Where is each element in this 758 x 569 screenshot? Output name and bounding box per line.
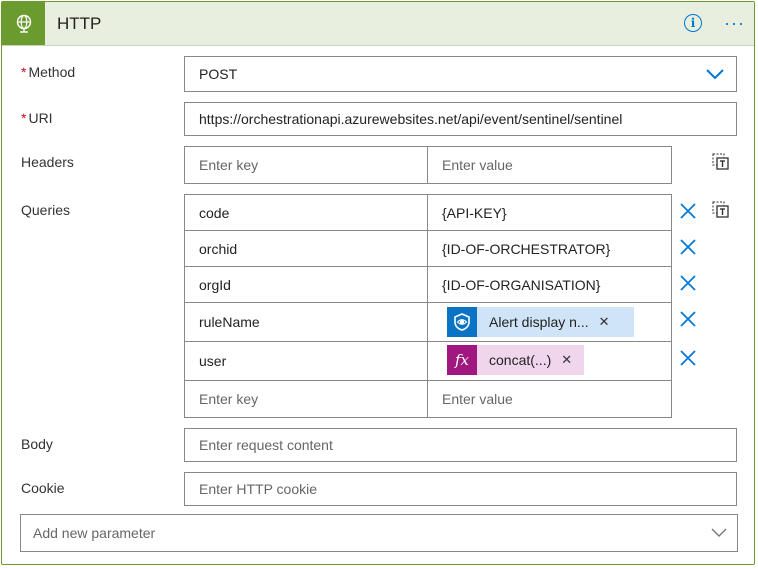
query-value-input[interactable]: Alert display n... ✕ — [427, 302, 672, 342]
sentinel-shield-icon — [447, 307, 477, 337]
delete-row-icon[interactable] — [679, 202, 697, 220]
chevron-down-icon — [706, 69, 724, 80]
query-key-input[interactable]: Enter key — [184, 380, 428, 418]
method-select[interactable]: POST — [184, 56, 737, 92]
headers-key-input[interactable]: Enter key — [184, 146, 428, 184]
uri-value: https://orchestrationapi.azurewebsites.n… — [199, 111, 623, 127]
body-input[interactable]: Enter request content — [184, 428, 737, 462]
delete-row-icon[interactable] — [679, 238, 697, 256]
query-value-input[interactable]: {ID-OF-ORCHESTRATOR} — [427, 230, 672, 267]
expression-token[interactable]: fx concat(...) ✕ — [447, 345, 584, 375]
fx-icon: fx — [447, 345, 477, 375]
query-key-input[interactable]: ruleName — [184, 302, 428, 342]
remove-token-icon[interactable]: ✕ — [551, 352, 582, 368]
token-label: Alert display n... — [489, 314, 589, 330]
uri-label: * URI — [21, 110, 53, 126]
headers-value-input[interactable]: Enter value — [427, 146, 672, 184]
remove-token-icon[interactable]: ✕ — [589, 314, 620, 330]
query-key-input[interactable]: orchid — [184, 230, 428, 267]
query-value-input[interactable]: fx concat(...) ✕ — [427, 341, 672, 381]
http-action-card: HTTP i ··· * Method POST * URI https://orc… — [1, 1, 755, 565]
cookie-input[interactable]: Enter HTTP cookie — [184, 472, 737, 506]
query-key-input[interactable]: code — [184, 194, 428, 231]
add-parameter-dropdown[interactable]: Add new parameter — [20, 514, 738, 552]
headers-label: Headers — [21, 154, 74, 170]
uri-input[interactable]: https://orchestrationapi.azurewebsites.n… — [184, 102, 737, 136]
switch-to-text-mode-icon[interactable] — [712, 152, 730, 170]
method-label: * Method — [21, 64, 76, 80]
query-key-input[interactable]: orgId — [184, 266, 428, 303]
globe-icon — [2, 2, 45, 45]
delete-row-icon[interactable] — [679, 310, 697, 328]
action-title: HTTP — [57, 14, 102, 33]
switch-to-text-mode-icon[interactable] — [712, 200, 730, 218]
cookie-label: Cookie — [21, 480, 65, 496]
body-label: Body — [21, 436, 53, 452]
method-value: POST — [199, 66, 238, 82]
dynamic-content-token[interactable]: Alert display n... ✕ — [447, 307, 634, 337]
token-label: concat(...) — [489, 352, 552, 368]
chevron-down-icon — [711, 528, 727, 537]
query-key-input[interactable]: user — [184, 341, 428, 381]
ellipsis-icon[interactable]: ··· — [724, 13, 745, 34]
action-header[interactable]: HTTP i ··· — [2, 2, 754, 46]
delete-row-icon[interactable] — [679, 349, 697, 367]
delete-row-icon[interactable] — [679, 274, 697, 292]
query-value-input[interactable]: Enter value — [427, 380, 672, 418]
info-icon[interactable]: i — [684, 14, 702, 32]
queries-label: Queries — [21, 202, 71, 218]
query-value-input[interactable]: {API-KEY} — [427, 194, 672, 231]
query-value-input[interactable]: {ID-OF-ORGANISATION} — [427, 266, 672, 303]
